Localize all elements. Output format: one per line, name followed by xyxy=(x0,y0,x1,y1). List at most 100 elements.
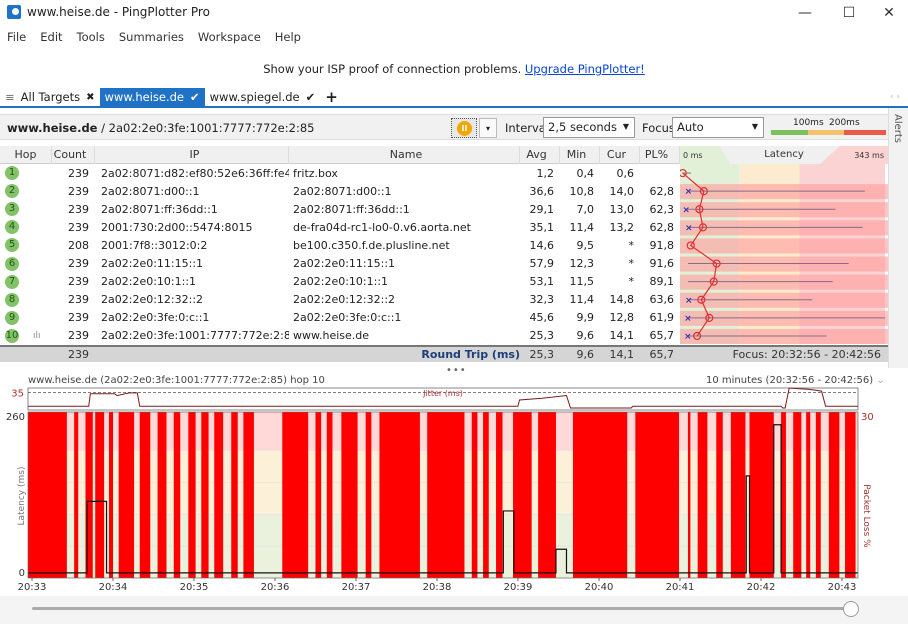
packet-loss-bar xyxy=(214,412,224,578)
timeline-range-select[interactable]: 10 minutes (20:32:56 - 20:42:56) ⌄ xyxy=(706,375,885,386)
ip: 2a02:2e0:12:32::2 xyxy=(101,293,204,307)
col-cur[interactable]: Cur xyxy=(600,145,640,164)
cur: 14,0 xyxy=(609,184,635,198)
count: 239 xyxy=(68,220,89,234)
ip: 2001:730:2d00::5474:8015 xyxy=(101,220,253,234)
cur: 13,0 xyxy=(609,202,635,216)
close-button[interactable]: ✕ xyxy=(872,2,906,24)
packet-loss-bar xyxy=(781,412,786,578)
target-path: www.heise.de / 2a02:2e0:3fe:1001:7777:77… xyxy=(7,121,314,135)
list-icon: ≡ xyxy=(5,89,15,104)
y-axis-label: Latency (ms) xyxy=(17,467,27,526)
menu-help[interactable]: Help xyxy=(268,28,308,46)
tab-spiegel[interactable]: www.spiegel.de ✔ xyxy=(205,88,321,106)
splitter-handle[interactable]: ••• xyxy=(446,365,467,376)
ip: 2a02:8071:d82:ef80:52e6:36ff:fe42:264 xyxy=(101,166,289,180)
check-icon: ✔ xyxy=(305,89,316,104)
pl: 62,8 xyxy=(649,184,675,198)
pl: 62,3 xyxy=(649,202,675,216)
round-trip-label: Round Trip (ms) xyxy=(421,347,520,361)
latency-mini-graph: 0 ms Latency 343 ms × × × × × × xyxy=(680,146,888,344)
jitter-label: Jitter (ms) xyxy=(422,389,463,398)
packet-loss-bar xyxy=(572,412,628,578)
ip: 2001:7f8::3012:0:2 xyxy=(101,238,208,252)
min-marker: × xyxy=(685,187,693,197)
tab-heise[interactable]: www.heise.de ✔ xyxy=(99,88,205,106)
pl: 62,8 xyxy=(649,220,675,234)
tab-label: www.spiegel.de xyxy=(209,89,300,104)
banner-text: Show your ISP proof of connection proble… xyxy=(263,62,522,76)
min: 11,4 xyxy=(569,220,595,234)
min-marker: × xyxy=(684,314,692,324)
menu-bar: File Edit Tools Summaries Workspace Help xyxy=(0,28,308,46)
graph-icon[interactable]: ılı xyxy=(33,331,41,341)
col-name[interactable]: Name xyxy=(289,145,520,164)
close-tab-icon[interactable]: ✖ xyxy=(86,88,94,107)
x-tick-label: 20:40 xyxy=(585,582,614,592)
col-hop[interactable]: Hop xyxy=(0,145,52,164)
slider-area xyxy=(0,596,908,624)
count: 239 xyxy=(68,293,89,307)
col-ip[interactable]: IP xyxy=(95,145,289,164)
packet-loss-bar xyxy=(749,412,774,578)
cur: 13,2 xyxy=(609,220,635,234)
round-trip-row: 239 Round Trip (ms) 25,3 9,6 14,1 65,7 F… xyxy=(0,344,888,362)
minimize-button[interactable]: — xyxy=(788,2,822,24)
x-tick-label: 20:38 xyxy=(423,582,452,592)
pause-button[interactable]: II xyxy=(451,118,477,138)
x-tick-label: 20:36 xyxy=(261,582,290,592)
min: 11,5 xyxy=(569,275,595,289)
packet-loss-bar xyxy=(697,412,708,578)
tab-label: www.heise.de xyxy=(104,89,184,104)
col-min[interactable]: Min xyxy=(560,145,600,164)
pause-dropdown[interactable]: ▾ xyxy=(479,118,497,138)
menu-summaries[interactable]: Summaries xyxy=(112,28,191,46)
total-cur: 14,1 xyxy=(609,347,635,361)
packet-loss-bar xyxy=(845,412,856,578)
focus-value: Auto xyxy=(677,120,704,134)
jitter-ref-label: 35 xyxy=(11,388,24,399)
packet-loss-bar xyxy=(635,412,680,578)
hostname: be100.c350.f.de.plusline.net xyxy=(293,238,450,252)
time-slider[interactable] xyxy=(32,607,852,610)
tab-all-targets[interactable]: ≡ All Targets ✖ xyxy=(0,88,100,106)
alerts-panel-tab[interactable]: Alerts xyxy=(888,108,908,368)
avg: 14,6 xyxy=(529,238,555,252)
x-tick-label: 20:39 xyxy=(504,582,533,592)
menu-file[interactable]: File xyxy=(0,28,33,46)
ip: 2a02:2e0:10:1::1 xyxy=(101,275,197,289)
interval-select[interactable]: 2,5 seconds ▼ xyxy=(543,117,635,138)
alerts-label: Alerts xyxy=(892,114,903,144)
packet-loss-bar xyxy=(496,412,503,578)
col-count[interactable]: Count xyxy=(52,145,95,164)
col-avg[interactable]: Avg xyxy=(520,145,560,164)
col-pl[interactable]: PL% xyxy=(640,145,680,164)
upgrade-link[interactable]: Upgrade PingPlotter! xyxy=(525,62,645,76)
min: 0,4 xyxy=(576,166,595,180)
ip: 2a02:2e0:3fe:0:c::1 xyxy=(101,311,210,325)
min-marker: × xyxy=(685,223,693,233)
menu-edit[interactable]: Edit xyxy=(33,28,69,46)
add-tab-button[interactable]: + xyxy=(320,88,343,106)
hostname: 2a02:2e0:11:15::1 xyxy=(293,257,396,271)
latency-min-label: 0 ms xyxy=(683,151,703,160)
packet-loss-band xyxy=(680,220,888,236)
packet-loss-bar xyxy=(74,412,79,578)
interval-value: 2,5 seconds xyxy=(548,120,617,134)
menu-workspace[interactable]: Workspace xyxy=(191,28,268,46)
hostname: fritz.box xyxy=(293,166,338,180)
focus-select[interactable]: Auto ▼ xyxy=(672,117,764,138)
hop-number: 8 xyxy=(5,292,19,307)
pl-max-label: 30 xyxy=(861,412,874,423)
min: 9,5 xyxy=(576,238,595,252)
count: 239 xyxy=(68,184,89,198)
menu-tools[interactable]: Tools xyxy=(70,28,112,46)
tab-scroll-arrows[interactable]: ‹ › xyxy=(890,88,908,106)
hop-number: 3 xyxy=(5,202,19,217)
hop-number: 5 xyxy=(5,238,19,253)
packet-loss-bar xyxy=(806,412,811,578)
time-slider-thumb[interactable] xyxy=(843,601,859,617)
avg: 1,2 xyxy=(536,166,555,180)
ip: 2a02:2e0:11:15::1 xyxy=(101,257,204,271)
maximize-button[interactable]: ☐ xyxy=(832,2,866,24)
